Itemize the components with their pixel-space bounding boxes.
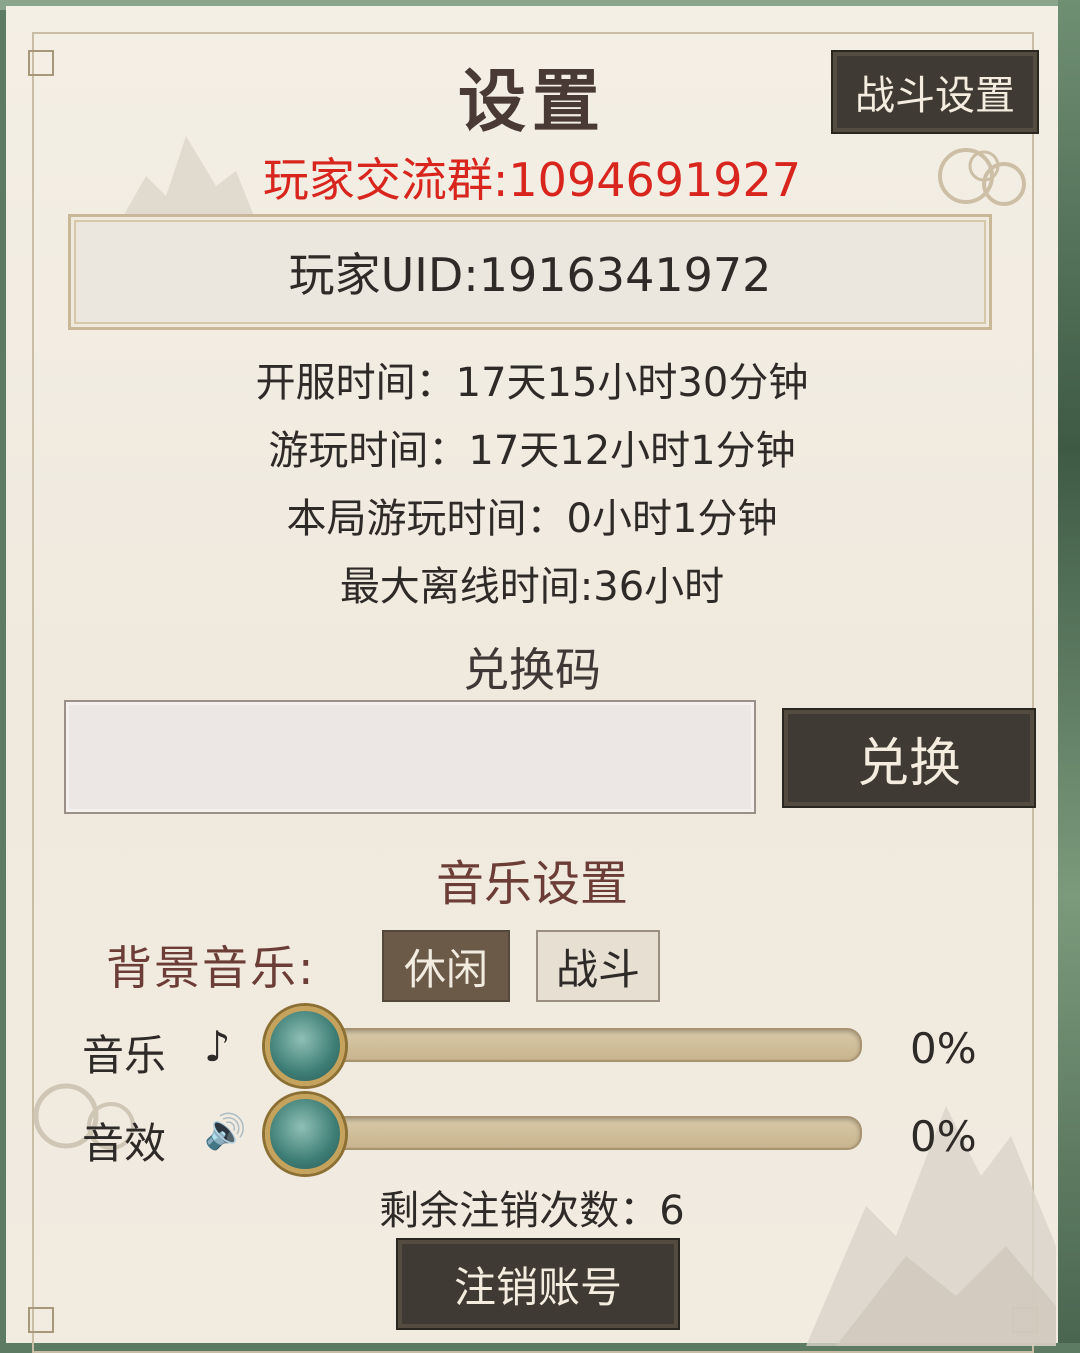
sfx-volume-percent: 0%: [910, 1112, 977, 1161]
music-volume-percent: 0%: [910, 1024, 977, 1073]
server-open-time: 开服时间：17天15小时30分钟: [255, 360, 809, 406]
settings-panel: 设置 战斗设置 玩家交流群:1094691927 玩家UID:191634197…: [6, 6, 1058, 1353]
redeem-button[interactable]: 兑换: [782, 708, 1036, 808]
redeem-code-input[interactable]: [64, 700, 756, 814]
battle-settings-button[interactable]: 战斗设置: [831, 50, 1039, 134]
frame-corner-ornament: [28, 1307, 54, 1333]
music-volume-slider[interactable]: [265, 1006, 862, 1086]
session-play-time: 本局游玩时间：0小时1分钟: [286, 496, 778, 542]
speaker-icon: 🔊: [204, 1112, 247, 1152]
remaining-logouts-text: 剩余注销次数：6: [379, 1188, 685, 1234]
sfx-volume-label: 音效: [82, 1119, 167, 1168]
music-settings-title: 音乐设置: [435, 856, 628, 912]
bgm-option-casual[interactable]: 休闲: [382, 930, 510, 1002]
player-uid-box: 玩家UID:1916341972: [68, 214, 992, 330]
player-uid-text: 玩家UID:1916341972: [288, 248, 772, 302]
redeem-code-title: 兑换码: [463, 643, 601, 697]
logout-account-button[interactable]: 注销账号: [396, 1238, 680, 1330]
music-volume-label: 音乐: [82, 1031, 167, 1080]
player-group-text: 玩家交流群:1094691927: [262, 153, 802, 207]
background-music-label: 背景音乐:: [106, 941, 316, 995]
sfx-volume-slider[interactable]: [265, 1094, 862, 1174]
music-slider-knob[interactable]: [265, 1006, 345, 1086]
play-time: 游玩时间：17天12小时1分钟: [268, 428, 796, 474]
sfx-slider-knob[interactable]: [265, 1094, 345, 1174]
max-offline-time: 最大离线时间:36小时: [339, 564, 725, 610]
background-right-strip: [1058, 0, 1080, 1343]
music-note-icon: ♪: [204, 1022, 231, 1071]
bgm-option-battle[interactable]: 战斗: [536, 930, 660, 1002]
